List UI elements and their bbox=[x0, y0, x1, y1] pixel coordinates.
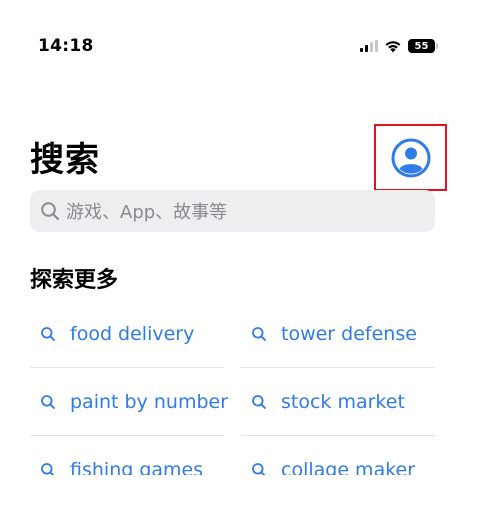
search-icon bbox=[251, 462, 267, 475]
search-input[interactable]: 游戏、App、故事等 bbox=[30, 190, 435, 232]
suggestion-item[interactable]: tower defense bbox=[241, 300, 435, 368]
account-button[interactable] bbox=[374, 124, 447, 191]
search-placeholder: 游戏、App、故事等 bbox=[66, 202, 228, 223]
person-circle-icon bbox=[391, 138, 430, 177]
status-bar: 14:18 55 bbox=[0, 0, 493, 90]
suggestion-label: food delivery bbox=[70, 322, 195, 345]
status-time: 14:18 bbox=[38, 36, 94, 56]
status-icons: 55 bbox=[360, 36, 438, 56]
suggestion-label: fishing games bbox=[70, 458, 204, 476]
search-icon bbox=[40, 326, 56, 342]
search-icon bbox=[251, 326, 267, 342]
search-icon bbox=[41, 202, 60, 221]
wifi-icon bbox=[385, 41, 401, 53]
suggestion-item[interactable]: food delivery bbox=[30, 300, 224, 368]
suggestion-label: collage maker bbox=[281, 458, 416, 476]
cellular-signal-icon bbox=[360, 40, 378, 52]
battery-icon: 55 bbox=[408, 39, 438, 53]
search-icon bbox=[40, 394, 56, 410]
suggestion-item[interactable]: fishing games bbox=[30, 436, 224, 475]
explore-section-title: 探索更多 bbox=[30, 268, 119, 293]
page-title: 搜索 bbox=[30, 140, 100, 180]
suggestion-item[interactable]: stock market bbox=[241, 368, 435, 436]
suggestion-label: tower defense bbox=[281, 322, 417, 345]
suggestion-label: paint by number bbox=[70, 390, 229, 413]
search-icon bbox=[251, 394, 267, 410]
suggestion-label: stock market bbox=[281, 390, 405, 413]
suggestion-item[interactable]: paint by number bbox=[30, 368, 228, 436]
battery-level: 55 bbox=[414, 40, 429, 52]
suggestion-item[interactable]: collage maker bbox=[241, 436, 435, 475]
suggestion-list: food delivery tower defense paint by num… bbox=[30, 300, 435, 475]
search-icon bbox=[40, 462, 56, 475]
